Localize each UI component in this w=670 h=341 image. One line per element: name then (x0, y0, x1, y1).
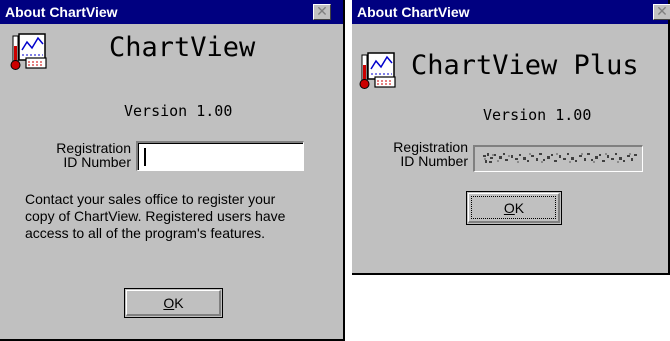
ok-button-label: OK (163, 295, 184, 311)
registration-id-input[interactable] (136, 141, 304, 171)
registration-id-field[interactable] (138, 143, 303, 170)
about-dialog-chartview: About ChartView ✕ ChartView Version 1.00… (0, 0, 345, 341)
app-name: ChartView Plus (411, 50, 639, 81)
registration-label: Registration ID Number (393, 139, 468, 169)
ok-button[interactable]: OK (124, 288, 223, 318)
obscured-registration-id (483, 153, 637, 163)
dialog-title: About ChartView (357, 4, 470, 20)
about-dialog-chartview-plus: About ChartView ✕ ChartView Plus Version… (352, 0, 670, 275)
title-bar: About ChartView ✕ (0, 0, 343, 24)
chart-thermometer-icon (359, 52, 396, 89)
close-button[interactable]: ✕ (653, 4, 670, 20)
close-button[interactable]: ✕ (313, 4, 331, 20)
ok-button-label: OK (503, 200, 525, 216)
chart-thermometer-icon (10, 33, 47, 70)
title-bar: About ChartView ✕ (352, 0, 670, 24)
ok-button[interactable]: OK (466, 191, 562, 225)
contact-message: Contact your sales office to register yo… (25, 191, 286, 241)
registration-label: Registration ID Number (56, 140, 131, 170)
dialog-title: About ChartView (5, 4, 118, 20)
close-icon: ✕ (316, 3, 328, 19)
registration-id-display (473, 145, 643, 172)
close-icon: ✕ (656, 3, 668, 19)
app-name: ChartView (109, 32, 256, 63)
version-text: Version 1.00 (124, 102, 233, 120)
text-caret (144, 148, 146, 166)
version-text: Version 1.00 (483, 106, 592, 124)
